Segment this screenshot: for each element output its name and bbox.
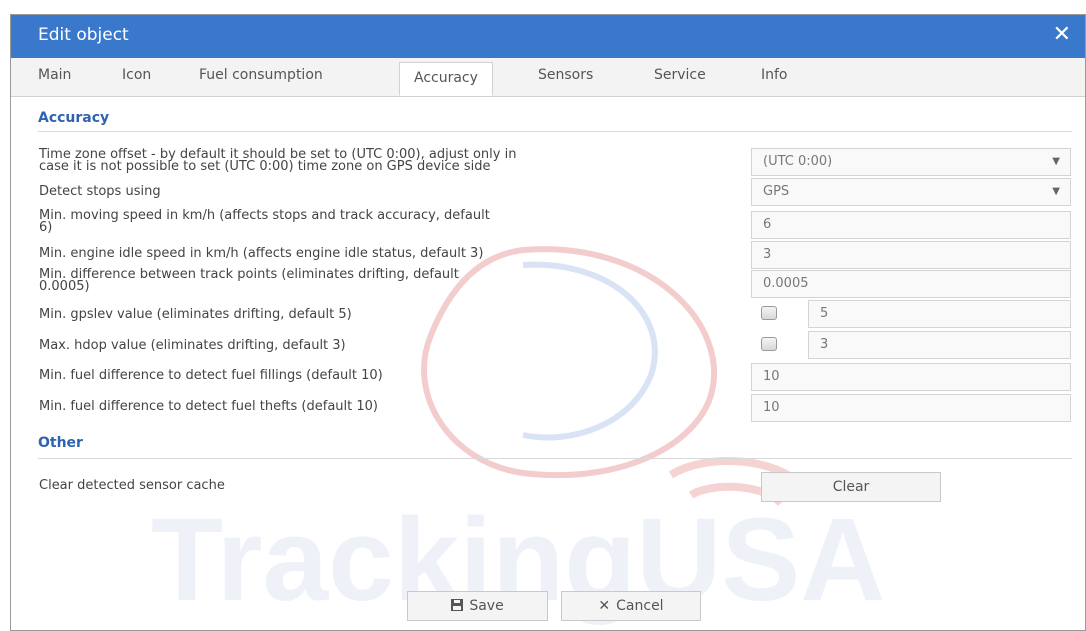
min-moving-speed-label-line1: Min. moving speed in km/h (affects stops… [39,208,490,223]
min-gpslev-input[interactable]: 5 [808,300,1071,328]
min-track-point-diff-label: Min. difference between track points (el… [39,267,729,294]
cancel-label: Cancel [616,598,664,614]
tab-fuel-consumption[interactable]: Fuel consumption [199,67,323,83]
min-engine-idle-speed-input[interactable]: 3 [751,241,1071,269]
min-moving-speed-label-line2: 6) [39,220,53,235]
detect-stops-select[interactable]: GPS ▼ [751,178,1071,206]
other-divider [38,458,1072,459]
fuel-fillings-input[interactable]: 10 [751,363,1071,391]
timezone-label: Time zone offset - by default it should … [39,148,729,174]
max-hdop-label: Max. hdop value (eliminates drifting, de… [39,338,346,353]
min-track-point-diff-label-line2: 0.0005) [39,279,90,294]
dialog-titlebar: Edit object ✕ [11,15,1085,58]
min-track-point-diff-input[interactable]: 0.0005 [751,270,1071,298]
max-hdop-input[interactable]: 3 [808,331,1071,359]
chevron-down-icon: ▼ [1052,156,1060,167]
floppy-icon [451,599,464,611]
min-moving-speed-input[interactable]: 6 [751,211,1071,239]
min-engine-idle-speed-label: Min. engine idle speed in km/h (affects … [39,246,484,261]
tab-main[interactable]: Main [38,67,71,83]
save-button[interactable]: Save [407,591,548,621]
min-moving-speed-label: Min. moving speed in km/h (affects stops… [39,208,729,235]
dialog-title: Edit object [38,25,129,45]
timezone-label-line2: case it is not possible to set (UTC 0:00… [39,159,491,174]
min-gpslev-label: Min. gpslev value (eliminates drifting, … [39,307,352,322]
cancel-button[interactable]: ✕ Cancel [561,591,701,621]
tab-accuracy[interactable]: Accuracy [399,62,493,96]
other-heading: Other [38,435,83,451]
fuel-thefts-label: Min. fuel difference to detect fuel thef… [39,399,378,414]
min-track-point-diff-label-line1: Min. difference between track points (el… [39,267,459,282]
edit-object-dialog: TrackingUSA Edit object ✕ Main Icon Fuel… [10,14,1086,631]
fuel-fillings-label: Min. fuel difference to detect fuel fill… [39,368,383,383]
detect-stops-label: Detect stops using [39,184,161,199]
tab-bar: Main Icon Fuel consumption Accuracy Sens… [11,58,1085,97]
min-gpslev-checkbox[interactable] [761,306,777,320]
save-label: Save [469,598,504,614]
tab-info[interactable]: Info [761,67,788,83]
tab-icon[interactable]: Icon [122,67,151,83]
timezone-value: (UTC 0:00) [763,154,833,169]
tab-sensors[interactable]: Sensors [538,67,593,83]
max-hdop-checkbox[interactable] [761,337,777,351]
timezone-select[interactable]: (UTC 0:00) ▼ [751,148,1071,176]
clear-cache-button[interactable]: Clear [761,472,941,502]
chevron-down-icon: ▼ [1052,186,1060,197]
close-icon[interactable]: ✕ [1053,23,1071,47]
accuracy-heading: Accuracy [38,110,110,126]
accuracy-divider [38,131,1072,132]
x-icon: ✕ [598,598,611,614]
tab-service[interactable]: Service [654,67,706,83]
fuel-thefts-input[interactable]: 10 [751,394,1071,422]
clear-cache-label: Clear detected sensor cache [39,478,225,493]
detect-stops-value: GPS [763,184,790,199]
